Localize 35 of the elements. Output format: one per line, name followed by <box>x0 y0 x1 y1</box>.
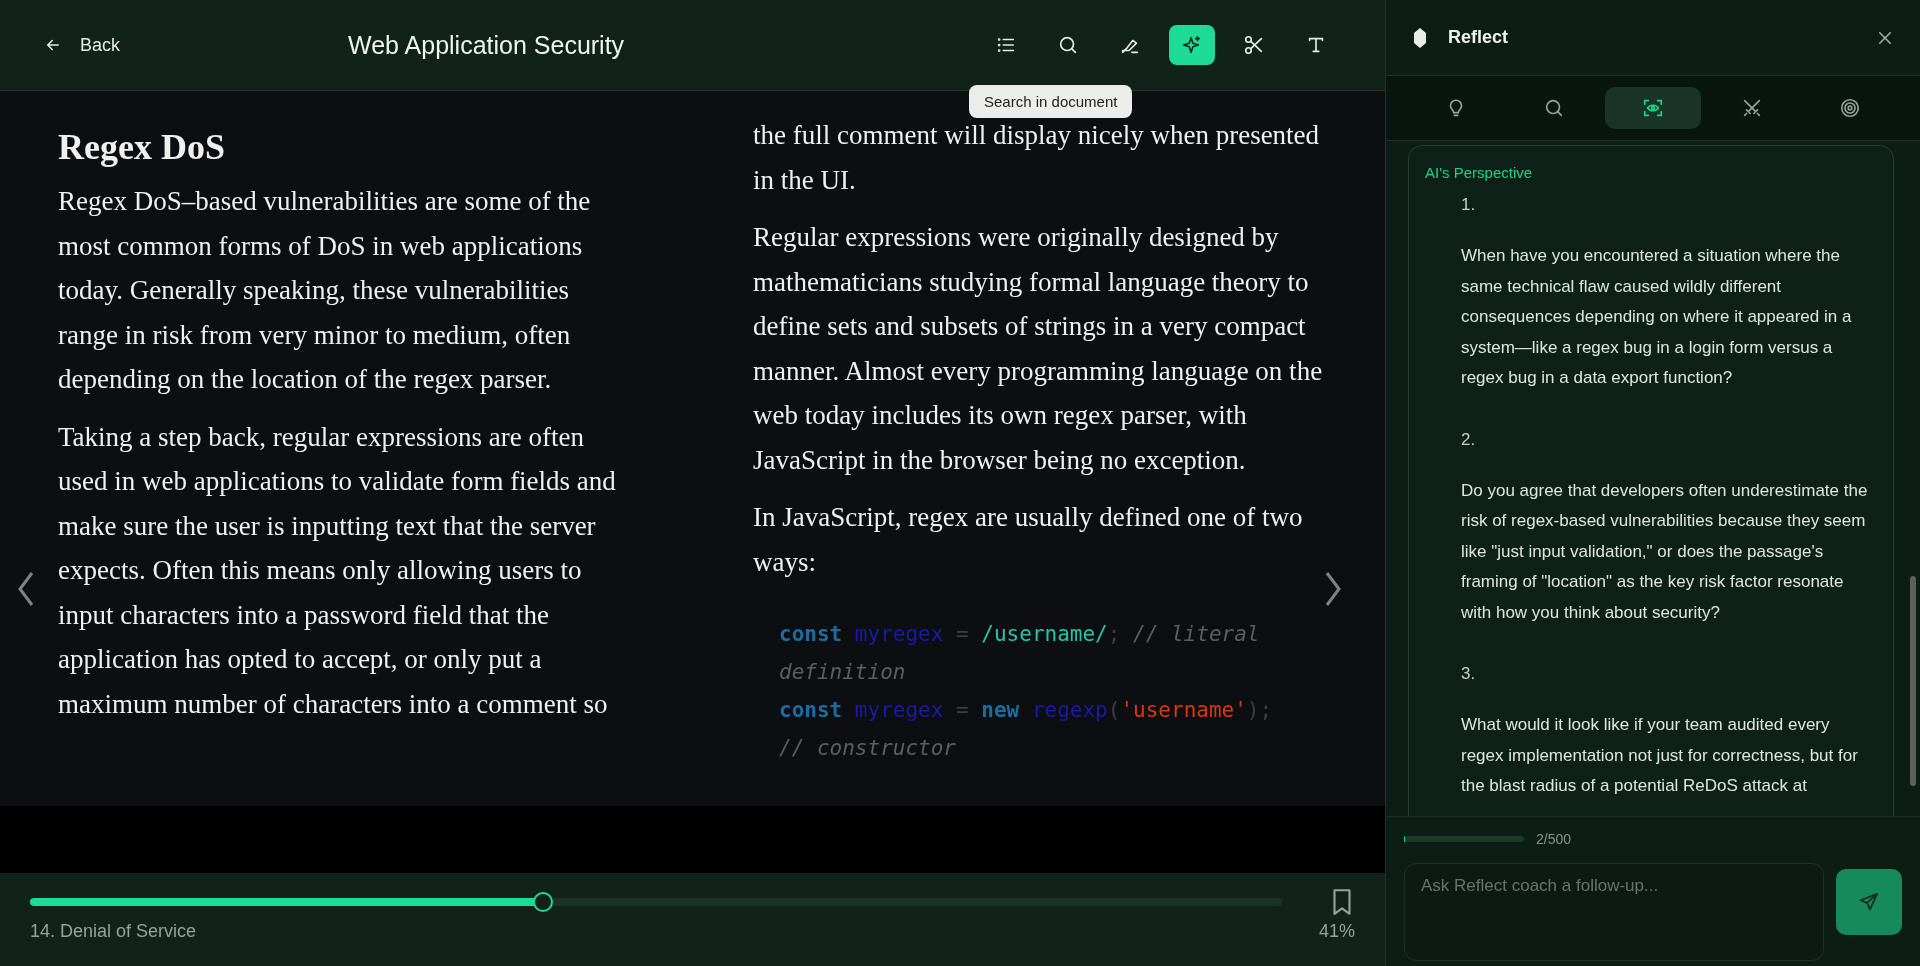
paragraph: Regular expressions were originally designed by mathematicians studying formal language theory to define sets and subsets of strings in a very compact manner. Almost every programming language on the web today includes its own regex parser, with JavaScript in the browser being no exception. <box>753 221 1324 477</box>
gem-icon <box>1412 26 1428 49</box>
sparkle-icon <box>1181 34 1203 56</box>
section-heading: Regex DoS <box>58 126 226 169</box>
code-line: const myregex = new regexp('username'); // constructor <box>779 697 1274 762</box>
question-number: 3. <box>1461 664 1477 684</box>
progress-percent: 41% <box>1318 921 1355 942</box>
send-icon <box>1858 891 1880 913</box>
paragraph: Taking a step back, regular expressions are often used in web applications to validate form fields and make sure the user is inputting text that the server expects. Often this means only allowing users to input characters into a password field that the application has opted to accept, or only put a maximum number of characters into a comment so <box>58 420 617 721</box>
chapter-label: 14. Denial of Service <box>30 921 197 942</box>
eye-icon <box>1642 97 1664 119</box>
target-icon <box>1839 97 1862 119</box>
paragraph: Regex DoS–based vulnerabilities are some of the most common forms of DoS in web applications today. Generally speaking, these vulnerabilities range in risk from very minor to medium, often depending on the location of the regex parser. <box>58 185 592 396</box>
progress-slider[interactable] <box>30 892 1282 912</box>
send-button[interactable] <box>1836 869 1902 935</box>
search-icon <box>1057 34 1079 56</box>
document-title: Web Application Security <box>348 30 626 60</box>
question-number: 2. <box>1461 429 1477 450</box>
panel-tab[interactable] <box>1605 87 1701 129</box>
toolbar-button[interactable] <box>1169 25 1215 65</box>
question-text: When have you encountered a situation where the same technical flaw caused wildly different consequences depending on where it appeared in a system—like a regex bug in a login form versus a regex bug in a data export function? <box>1461 245 1853 389</box>
paragraph: In JavaScript, regex are usually defined one of two ways: <box>753 501 1304 579</box>
input-field[interactable]: Ask Reflect coach a follow-up... <box>1404 863 1824 961</box>
card-title: AI's Perspective <box>1425 164 1534 181</box>
tooltip: Search in document <box>969 85 1133 118</box>
code-line: const myregex = /username/; // literal definition <box>779 621 1261 686</box>
question-text: Do you agree that developers often underestimate the risk of regex-based vulnerabilities because they seem like "just input validation," or does the passage's framing of "location" as the key risk factor resonate with how you think about security? <box>1461 479 1869 624</box>
paragraph: the full comment will display nicely when presented in the UI. <box>753 119 1321 197</box>
scissors-icon <box>1243 34 1265 56</box>
back-button[interactable]: Back <box>36 28 129 62</box>
question-number: 1. <box>1461 195 1477 215</box>
character-count: 2/500 <box>1536 831 1572 847</box>
panel-title: Reflect <box>1448 27 1510 48</box>
question-text: What would it look like if your team audited every regex implementation not just for correctness, but for the blast radius of a potential ReDoS attack at <box>1461 714 1859 797</box>
slider-thumb[interactable] <box>533 892 554 912</box>
